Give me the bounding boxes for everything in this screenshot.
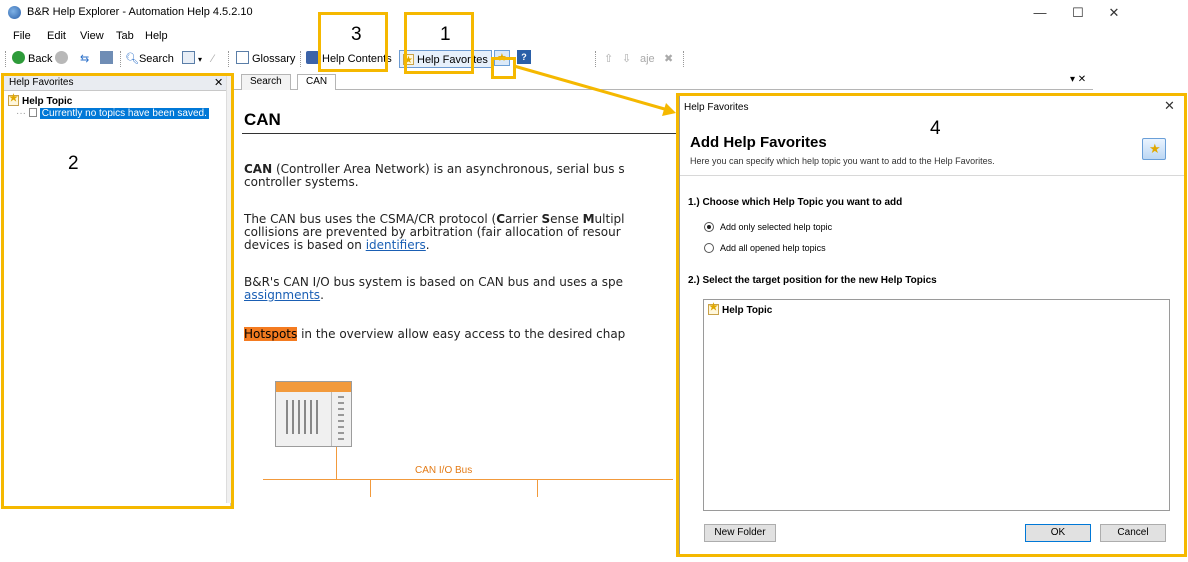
callout-arrow: [513, 64, 676, 116]
